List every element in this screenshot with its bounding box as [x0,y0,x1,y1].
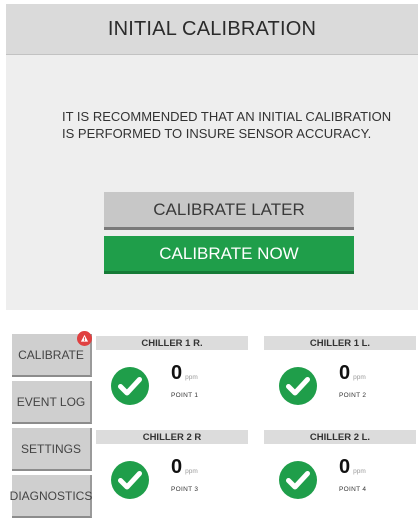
sensor-unit: ppm [353,468,366,475]
sensor-reading: 0 ppm [171,362,198,385]
sensor-value: 0 [339,362,351,384]
sensor-name: CHILLER 2 L. [264,430,416,444]
sensor-card[interactable]: CHILLER 1 R. 0 ppm POINT 1 [96,336,248,426]
sensor-card[interactable]: CHILLER 2 R 0 ppm POINT 3 [96,430,248,520]
point-label: POINT 4 [339,486,367,493]
sensor-card[interactable]: CHILLER 1 L. 0 ppm POINT 2 [264,336,416,426]
warning-icon [80,334,89,342]
sidebar-item-diagnostics[interactable]: DIAGNOSTICS [10,475,92,518]
point-label: POINT 2 [339,392,367,399]
sensor-name: CHILLER 1 L. [264,336,416,350]
alert-badge [77,331,92,346]
sensor-value: 0 [339,456,351,478]
point-label: POINT 3 [171,486,199,493]
sensor-reading: 0 ppm [171,456,198,479]
dialog-title: INITIAL CALIBRATION [6,4,418,55]
check-icon [111,461,149,499]
sensor-card[interactable]: CHILLER 2 L. 0 ppm POINT 4 [264,430,416,520]
sensor-unit: ppm [353,374,366,381]
sidebar-item-event-log[interactable]: EVENT LOG [12,381,92,424]
calibration-dialog: INITIAL CALIBRATION IT IS RECOMMENDED TH… [6,4,418,310]
sensor-value: 0 [171,456,183,478]
calibrate-now-button[interactable]: CALIBRATE NOW [104,236,354,274]
sensor-reading: 0 ppm [339,456,366,479]
dialog-message-line-1: IT IS RECOMMENDED THAT AN INITIAL CALIBR… [62,109,392,124]
dialog-message: IT IS RECOMMENDED THAT AN INITIAL CALIBR… [62,108,414,142]
check-icon [279,461,317,499]
sidebar-item-settings[interactable]: SETTINGS [12,428,92,471]
sensor-name: CHILLER 1 R. [96,336,248,350]
check-icon [111,367,149,405]
calibrate-later-button[interactable]: CALIBRATE LATER [104,192,354,230]
sensor-unit: ppm [185,374,198,381]
dialog-message-line-2: IS PERFORMED TO INSURE SENSOR ACCURACY. [62,126,372,141]
sensor-unit: ppm [185,468,198,475]
sensor-name: CHILLER 2 R [96,430,248,444]
sensor-value: 0 [171,362,183,384]
check-icon [279,367,317,405]
point-label: POINT 1 [171,392,199,399]
sensor-reading: 0 ppm [339,362,366,385]
